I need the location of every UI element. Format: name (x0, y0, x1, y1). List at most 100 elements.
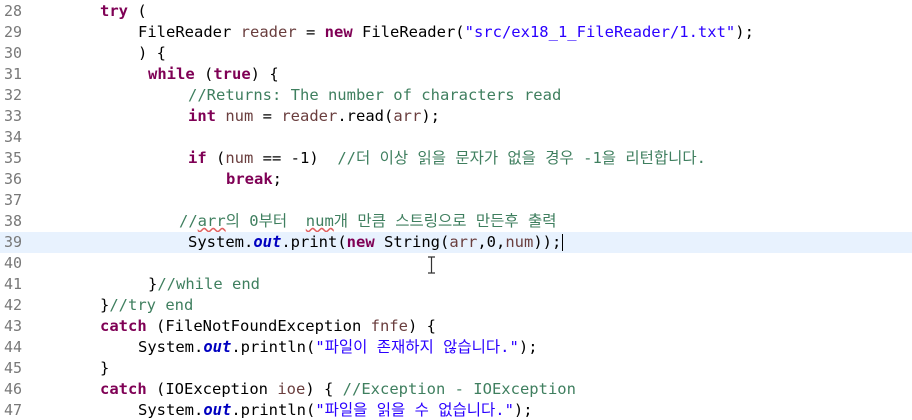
code-token: new (324, 23, 353, 41)
code-token: System. (138, 401, 204, 419)
code-token: out (203, 338, 232, 356)
line-number: 43 (4, 317, 23, 335)
line-number: 34 (4, 128, 23, 146)
line-number: 40 (4, 254, 23, 272)
code-line[interactable]: 35 if (num == -1) //더 이상 읽을 문자가 없을 경우 -1을… (0, 148, 912, 169)
code-text[interactable]: catch (IOException ioe) { //Exception - … (100, 379, 576, 400)
code-token: fnfe (370, 317, 408, 335)
text-ibeam-icon (428, 256, 435, 274)
code-token: //더 이상 읽을 문자가 없을 경우 -1을 리턴합니다. (337, 149, 707, 167)
code-token: int (188, 107, 216, 125)
code-token: ); (518, 338, 538, 356)
code-line[interactable]: 41}//while end (0, 274, 912, 295)
line-number: 46 (4, 380, 23, 398)
code-line[interactable]: 36 break; (0, 169, 912, 190)
code-line[interactable]: 37 (0, 190, 912, 211)
code-line[interactable]: 30) { (0, 43, 912, 64)
code-line[interactable]: 44 System.out.println("파일이 존재하지 않습니다."); (0, 337, 912, 358)
code-token: FileReader (138, 23, 241, 41)
line-number: 38 (4, 212, 23, 230)
code-text[interactable]: System.out.println("파일을 읽을 수 없습니다."); (138, 400, 533, 420)
code-token: ); (735, 23, 754, 41)
code-line[interactable]: 42 }//try end (0, 295, 912, 316)
code-line[interactable]: 38 //arr의 0부터 num개 만큼 스트링으로 만든후 출력 (0, 211, 912, 232)
code-line[interactable]: 33 int num = reader.read(arr); (0, 106, 912, 127)
code-line[interactable]: 46 catch (IOException ioe) { //Exception … (0, 379, 912, 400)
code-line[interactable]: 29 FileReader reader = new FileReader("sr… (0, 22, 912, 43)
code-text[interactable]: //arr의 0부터 num개 만큼 스트링으로 만든후 출력 (179, 211, 557, 232)
line-number: 32 (4, 86, 23, 104)
code-line[interactable]: 34 (0, 127, 912, 148)
code-token: arr (197, 212, 226, 230)
code-token: = (296, 23, 325, 41)
line-number: 36 (4, 170, 23, 188)
code-token: reader (281, 107, 338, 125)
code-token: .read( (337, 107, 394, 125)
line-number: 29 (4, 23, 23, 41)
line-number: 28 (4, 2, 23, 20)
code-text[interactable]: ) { (138, 43, 166, 64)
code-token: catch (100, 380, 147, 398)
code-token: String( (374, 233, 450, 251)
code-token: //try end (109, 296, 194, 314)
line-number: 42 (4, 296, 23, 314)
code-text[interactable]: if (num == -1) //더 이상 읽을 문자가 없을 경우 -1을 리… (188, 148, 706, 169)
code-text[interactable]: System.out.print(new String(arr,0,num)); (188, 232, 564, 253)
code-line[interactable]: 40 (0, 253, 912, 274)
code-token: arr (449, 233, 478, 251)
code-editor[interactable]: 28 try (29 FileReader reader = new FileRea… (0, 0, 912, 420)
code-token: = (253, 107, 282, 125)
code-token: 의 0부터 (225, 212, 306, 230)
code-token: ; (272, 170, 283, 188)
line-number: 31 (4, 65, 23, 83)
code-text[interactable]: try ( (100, 1, 147, 22)
code-token: ( (128, 2, 147, 20)
code-line[interactable]: 45} (0, 358, 912, 379)
code-token: arr (393, 107, 422, 125)
code-token: "src/ex18_1_FileReader/1.txt" (464, 23, 736, 41)
code-token: ( (194, 65, 214, 83)
code-line[interactable]: 43 catch (FileNotFoundException fnfe) { (0, 316, 912, 337)
code-token: // (179, 212, 198, 230)
code-text[interactable]: System.out.println("파일이 존재하지 않습니다."); (138, 337, 538, 358)
text-caret (562, 234, 564, 251)
code-text[interactable]: }//while end (148, 274, 260, 295)
code-token: num (225, 149, 254, 167)
code-token: "파일을 읽을 수 없습니다." (315, 401, 514, 419)
code-line[interactable]: 28 try ( (0, 1, 912, 22)
code-token: true (213, 65, 251, 83)
code-token: num (305, 212, 334, 230)
code-text[interactable]: //Returns: The number of characters read (188, 85, 561, 106)
code-token: catch (100, 317, 147, 335)
code-token: try (100, 2, 128, 20)
code-token: while (148, 65, 195, 83)
code-text[interactable]: catch (FileNotFoundException fnfe) { (100, 316, 436, 337)
code-token: ioe (277, 380, 306, 398)
code-text[interactable]: FileReader reader = new FileReader("src/… (138, 22, 754, 43)
code-token: ,0, (477, 233, 506, 251)
code-text[interactable]: } (100, 358, 109, 379)
code-token: if (188, 149, 207, 167)
line-number: 33 (4, 107, 23, 125)
code-text[interactable]: break; (226, 169, 282, 190)
code-line[interactable]: 39 System.out.print(new String(arr,0,num)… (0, 232, 912, 253)
code-text[interactable]: while (true) { (148, 64, 279, 85)
code-line[interactable]: 31 while (true) { (0, 64, 912, 85)
code-line[interactable]: 32 //Returns: The number of characters re… (0, 85, 912, 106)
code-token: (FileNotFoundException (146, 317, 371, 335)
code-token: } (100, 359, 110, 377)
line-number: 37 (4, 191, 23, 209)
code-token: //Returns: The number of characters read (188, 86, 562, 104)
code-token: System. (138, 338, 204, 356)
code-token: ( (206, 149, 226, 167)
code-text[interactable]: int num = reader.read(arr); (188, 106, 440, 127)
code-line[interactable]: 47 System.out.println("파일을 읽을 수 없습니다."); (0, 400, 912, 420)
code-token: out (253, 233, 282, 251)
code-token: ); (513, 401, 533, 419)
line-number: 47 (4, 401, 23, 419)
code-text[interactable]: }//try end (100, 295, 193, 316)
code-token: //while end (157, 275, 260, 293)
code-token: out (203, 401, 232, 419)
code-token: .println( (231, 401, 316, 419)
